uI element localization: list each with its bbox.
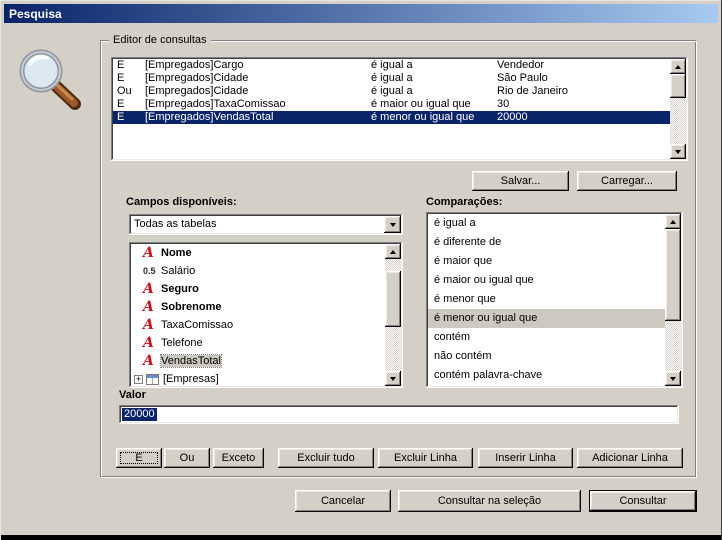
dropdown-arrow-button[interactable] <box>384 216 401 233</box>
comparison-item[interactable]: contém <box>428 328 665 347</box>
scroll-up-button[interactable] <box>385 244 401 259</box>
save-button[interactable]: Salvar... <box>472 171 569 191</box>
query-list: E [Empregados]Cargo é igual a Vendedor E… <box>111 57 688 161</box>
comparison-item[interactable]: é menor que <box>428 290 665 309</box>
comparison-item[interactable]: é igual a <box>428 214 665 233</box>
comparison-item-selected[interactable]: é menor ou igual que <box>428 309 665 328</box>
except-button[interactable]: Exceto <box>213 448 264 468</box>
arrow-up-icon <box>670 220 676 224</box>
scrollbar-track[interactable] <box>665 229 681 371</box>
number-field-icon: 0.5 <box>143 266 161 276</box>
window-title: Pesquisa <box>9 7 62 21</box>
comparison-item[interactable]: não contém <box>428 347 665 366</box>
query-row-selected[interactable]: E [Empregados]VendasTotal é menor ou igu… <box>113 111 670 124</box>
arrow-down-icon <box>390 377 396 381</box>
comparisons-label: Comparações: <box>426 196 502 208</box>
text-field-icon: A <box>143 246 161 260</box>
field-item[interactable]: 0.5 Salário <box>131 262 385 280</box>
add-row-button[interactable]: Adicionar Linha <box>577 448 683 468</box>
query-row[interactable]: E [Empregados]TaxaComissao é maior ou ig… <box>113 98 670 111</box>
field-item[interactable]: A Seguro <box>131 280 385 298</box>
arrow-down-icon <box>670 377 676 381</box>
text-field-icon: A <box>143 354 161 368</box>
available-fields-label: Campos disponíveis: <box>126 196 237 208</box>
comparison-item[interactable]: contém palavra-chave <box>428 366 665 385</box>
expand-icon[interactable]: + <box>134 375 143 384</box>
value-input[interactable]: 20000 <box>119 405 679 424</box>
scroll-down-button[interactable] <box>665 371 681 386</box>
query-row[interactable]: E [Empregados]Cidade é igual a São Paulo <box>113 72 670 85</box>
arrow-down-icon <box>675 150 681 154</box>
text-field-icon: A <box>143 336 161 350</box>
load-button[interactable]: Carregar... <box>577 171 677 191</box>
comparisons-scrollbar[interactable] <box>665 214 681 386</box>
field-item[interactable]: A Telefone <box>131 334 385 352</box>
scroll-down-button[interactable] <box>670 144 686 159</box>
comparison-item[interactable]: é diferente de <box>428 233 665 252</box>
scroll-up-button[interactable] <box>665 214 681 229</box>
or-button[interactable]: Ou <box>164 448 210 468</box>
delete-row-button[interactable]: Excluir Linha <box>378 448 473 468</box>
arrow-up-icon <box>675 65 681 69</box>
query-editor-group: Editor de consultas E [Empregados]Cargo … <box>100 40 697 478</box>
field-item-selected[interactable]: A VendasTotal <box>131 352 385 370</box>
table-filter-dropdown[interactable]: Todas as tabelas <box>129 214 403 235</box>
field-item[interactable]: A Sobrenome <box>131 298 385 316</box>
cancel-button[interactable]: Cancelar <box>295 490 391 512</box>
comparisons-list: é igual a é diferente de é maior que é m… <box>426 212 683 388</box>
query-row[interactable]: Ou [Empregados]Cidade é igual a Rio de J… <box>113 85 670 98</box>
scrollbar-track[interactable] <box>670 74 686 144</box>
text-field-icon: A <box>143 282 161 296</box>
query-list-scrollbar[interactable] <box>670 59 686 159</box>
pesquisa-dialog: Pesquisa Editor de consultas E [Empregad… <box>0 0 722 540</box>
query-row[interactable]: E [Empregados]Cargo é igual a Vendedor <box>113 59 670 72</box>
scrollbar-thumb[interactable] <box>385 271 401 327</box>
scroll-down-button[interactable] <box>385 371 401 386</box>
arrow-up-icon <box>390 250 396 254</box>
chevron-down-icon <box>390 223 396 227</box>
magnifier-icon <box>14 46 86 118</box>
query-selection-button[interactable]: Consultar na seleção <box>398 490 581 512</box>
value-selected-text: 20000 <box>122 408 157 421</box>
group-title: Editor de consultas <box>109 34 211 46</box>
and-button[interactable]: E <box>116 448 162 468</box>
fields-list: A Nome 0.5 Salário A Seguro A Sobrenome … <box>129 242 403 388</box>
insert-row-button[interactable]: Inserir Linha <box>478 448 573 468</box>
field-item[interactable]: A Nome <box>131 244 385 262</box>
value-label: Valor <box>119 389 146 401</box>
text-field-icon: A <box>143 318 161 332</box>
field-item[interactable]: A TaxaComissao <box>131 316 385 334</box>
table-icon <box>146 374 159 385</box>
comparison-item[interactable]: é maior que <box>428 252 665 271</box>
scrollbar-track[interactable] <box>385 259 401 371</box>
table-filter-value: Todas as tabelas <box>134 218 217 230</box>
scrollbar-thumb[interactable] <box>665 229 681 321</box>
scroll-up-button[interactable] <box>670 59 686 74</box>
field-table-item[interactable]: + [Empresas] <box>131 370 385 386</box>
titlebar[interactable]: Pesquisa <box>4 4 718 23</box>
comparison-item[interactable]: é maior ou igual que <box>428 271 665 290</box>
fields-list-scrollbar[interactable] <box>385 244 401 386</box>
text-field-icon: A <box>143 300 161 314</box>
clear-all-button[interactable]: Excluir tudo <box>278 448 374 468</box>
query-button[interactable]: Consultar <box>589 490 697 512</box>
scrollbar-thumb[interactable] <box>670 74 686 98</box>
